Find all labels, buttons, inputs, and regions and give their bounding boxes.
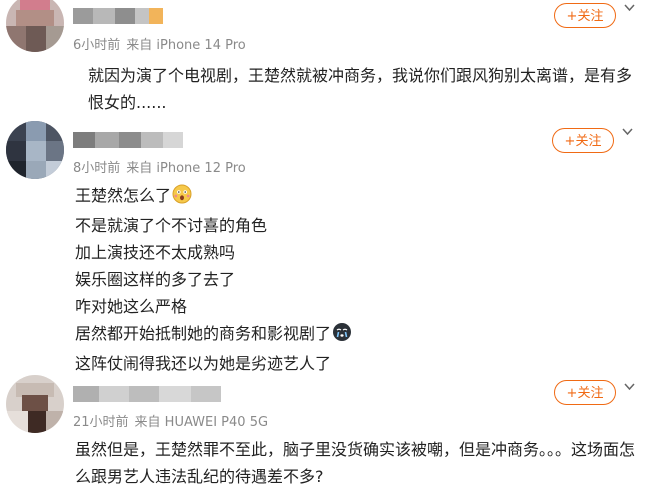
chevron-down-icon[interactable] [624,383,635,393]
post-text: 就因为演了个电视剧，王楚然就被冲商务，我说你们跟风狗别太离谱，是有多恨女的...… [88,66,633,112]
chevron-down-icon[interactable] [624,4,635,14]
avatar[interactable] [6,0,64,52]
post-line: 咋对她这么严格 [75,297,188,316]
post-time: 8小时前 [73,161,121,176]
username-blurred[interactable] [73,8,163,24]
post-line: 娱乐圈这样的多了去了 [75,270,236,289]
username-blurred[interactable] [73,386,221,402]
crying-face-emoji [332,322,352,350]
post-text: 虽然但是，王楚然罪不至此，脑子里没货确实该被嘲，但是冲商务。。。这场面怎么跟男艺… [75,440,636,486]
avatar[interactable] [6,375,64,433]
post-source: 来自 iPhone 12 Pro [126,161,246,176]
post-line: 这阵仗闹得我还以为她是劣迹艺人了 [75,354,332,373]
post-meta: 21小时前 来自 HUAWEI P40 5G [73,411,274,430]
post-time: 6小时前 [73,38,121,53]
post-line-text: 王楚然怎么了 [75,186,172,205]
post-line: 王楚然怎么了 [75,182,635,212]
chevron-down-icon[interactable] [622,128,633,138]
avatar[interactable] [6,121,64,179]
post-meta: 8小时前 来自 iPhone 12 Pro [73,157,252,176]
post-time: 21小时前 [73,415,129,430]
post-line: 加上演技还不太成熟吗 [75,243,236,262]
post-line: 居然都开始抵制她的商务和影视剧了 [75,320,635,350]
post-line-text: 居然都开始抵制她的商务和影视剧了 [75,324,332,343]
shocked-face-emoji [172,184,192,212]
follow-button[interactable]: +关注 [554,3,616,28]
post-meta: 6小时前 来自 iPhone 14 Pro [73,34,252,53]
post-content: 王楚然怎么了 不是就演了个不讨喜的角色 加上演技还不太成熟吗 娱乐圈这样的多了去… [75,182,635,377]
follow-button[interactable]: +关注 [552,128,614,153]
post-line: 不是就演了个不讨喜的角色 [75,216,268,235]
follow-button[interactable]: +关注 [554,380,616,405]
post-content: 就因为演了个电视剧，王楚然就被冲商务，我说你们跟风狗别太离谱，是有多恨女的...… [88,62,643,116]
post-source: 来自 iPhone 14 Pro [126,38,246,53]
post-source: 来自 HUAWEI P40 5G [134,415,269,430]
username-blurred[interactable] [73,132,183,148]
post-content: 虽然但是，王楚然罪不至此，脑子里没货确实该被嘲，但是冲商务。。。这场面怎么跟男艺… [75,436,650,490]
